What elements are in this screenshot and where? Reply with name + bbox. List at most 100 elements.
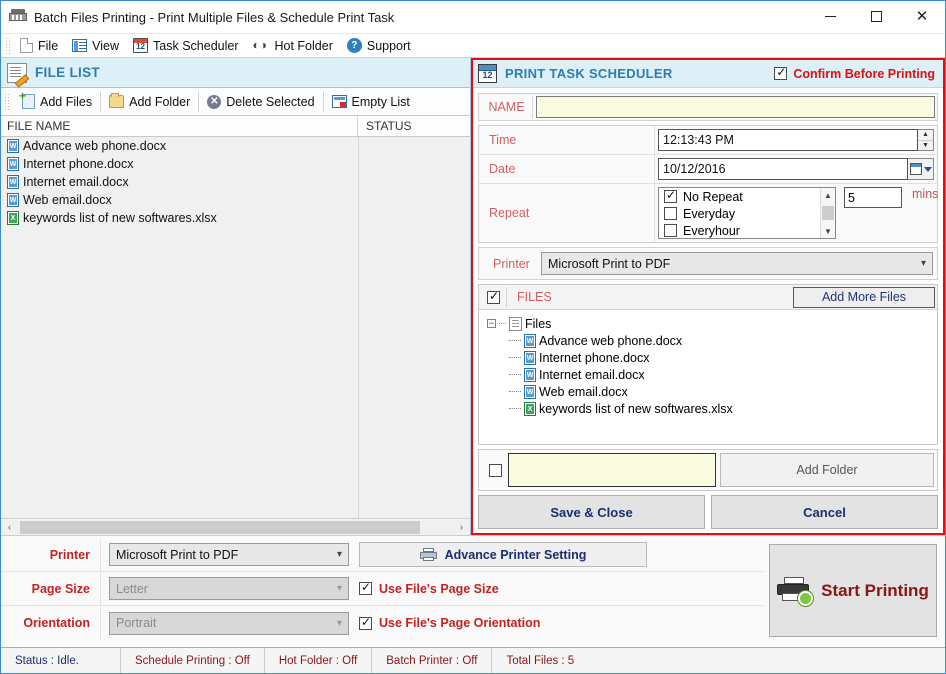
scheduler-files-box: FILES Add More Files − Files W: [478, 284, 938, 445]
settings-orientation-select[interactable]: Portrait ▾: [109, 612, 349, 635]
use-file-page-orientation-checkbox[interactable]: [359, 617, 372, 630]
time-input[interactable]: 12:13:43 PM: [658, 129, 918, 151]
empty-list-icon: [332, 95, 347, 108]
settings-printer-row: Printer Microsoft Print to PDF ▾ Advance…: [1, 538, 763, 572]
window-controls: ✕: [807, 1, 945, 32]
maximize-button[interactable]: [853, 1, 899, 32]
date-input[interactable]: 10/12/2016: [658, 158, 908, 180]
spinner-up-icon[interactable]: ▲: [918, 130, 933, 141]
scrollbar-track[interactable]: [18, 520, 453, 535]
scroll-up-arrow-icon[interactable]: ▲: [821, 188, 835, 202]
save-and-close-button[interactable]: Save & Close: [478, 495, 705, 529]
repeat-list-scrollbar[interactable]: ▲ ▼: [820, 188, 835, 238]
repeat-option-label: Everyday: [683, 207, 735, 221]
close-button[interactable]: ✕: [899, 1, 945, 32]
folder-enabled-toggle[interactable]: [482, 453, 508, 487]
time-spinner[interactable]: ▲ ▼: [918, 129, 934, 151]
repeat-option-everyhour[interactable]: Everyhour: [659, 222, 835, 239]
calendar-icon: [910, 163, 922, 175]
use-file-page-orientation-label: Use File's Page Orientation: [379, 616, 540, 630]
table-row[interactable]: W Internet phone.docx: [1, 155, 470, 173]
start-printing-button[interactable]: Start Printing: [769, 544, 937, 637]
collapse-icon[interactable]: −: [487, 319, 496, 328]
start-printing-label: Start Printing: [821, 581, 929, 601]
table-row[interactable]: W Advance web phone.docx: [1, 137, 470, 155]
column-header-file-name[interactable]: FILE NAME: [1, 116, 358, 136]
repeat-options-list[interactable]: No Repeat Everyday Everyhour: [658, 187, 836, 239]
menu-item-view[interactable]: View: [67, 37, 128, 55]
scrollbar-thumb[interactable]: [20, 521, 420, 534]
repeat-checkbox[interactable]: [664, 224, 677, 237]
minimize-button[interactable]: [807, 1, 853, 32]
menu-item-support[interactable]: ? Support: [342, 36, 420, 55]
advance-printer-setting-button[interactable]: Advance Printer Setting: [359, 542, 647, 567]
maximize-icon: [871, 11, 882, 22]
tree-item[interactable]: W Internet phone.docx: [487, 349, 937, 366]
tree-item[interactable]: W Advance web phone.docx: [487, 332, 937, 349]
scroll-right-arrow-icon[interactable]: ›: [453, 520, 470, 535]
add-folder-button[interactable]: Add Folder: [101, 90, 198, 114]
advance-printer-setting-label: Advance Printer Setting: [445, 548, 587, 562]
repeat-option-everyday[interactable]: Everyday: [659, 205, 835, 222]
file-list-horizontal-scrollbar[interactable]: ‹ ›: [1, 518, 470, 535]
scrollbar-thumb[interactable]: [822, 206, 834, 220]
use-file-page-size-checkbox[interactable]: [359, 582, 372, 595]
folder-checkbox[interactable]: [489, 464, 502, 477]
files-enabled-toggle[interactable]: [481, 287, 507, 307]
tree-connector: [509, 357, 521, 358]
confirm-before-printing-label: Confirm Before Printing: [793, 67, 935, 81]
scroll-down-arrow-icon[interactable]: ▼: [821, 224, 835, 238]
edit-document-icon: [7, 63, 27, 83]
empty-list-button[interactable]: Empty List: [324, 90, 418, 114]
menu-label-hot-folder: Hot Folder: [275, 39, 333, 53]
repeat-option-no-repeat[interactable]: No Repeat: [659, 188, 835, 205]
folder-path-input[interactable]: [508, 453, 716, 487]
repeat-interval-input[interactable]: 5: [844, 187, 902, 208]
task-name-input[interactable]: [536, 96, 935, 118]
table-row[interactable]: W Internet email.docx: [1, 173, 470, 191]
files-checkbox[interactable]: [487, 291, 500, 304]
column-header-status[interactable]: STATUS: [358, 116, 470, 136]
cancel-button[interactable]: Cancel: [711, 495, 938, 529]
scroll-left-arrow-icon[interactable]: ‹: [1, 520, 18, 535]
total-files-status: Total Files : 5: [492, 648, 588, 673]
scheduler-printer-row: Printer Microsoft Print to PDF ▾: [478, 247, 938, 280]
add-folder-button-scheduler[interactable]: Add Folder: [720, 453, 934, 487]
add-folder-label: Add Folder: [129, 95, 190, 109]
toolbar-grip-2[interactable]: [4, 93, 10, 110]
menu-item-hot-folder[interactable]: ◐◑ Hot Folder: [248, 37, 342, 55]
table-row[interactable]: W Web email.docx: [1, 191, 470, 209]
settings-printer-label: Printer: [1, 539, 101, 571]
table-row[interactable]: X keywords list of new softwares.xlsx: [1, 209, 470, 227]
repeat-checkbox[interactable]: [664, 207, 677, 220]
tree-item[interactable]: X keywords list of new softwares.xlsx: [487, 400, 937, 417]
delete-selected-label: Delete Selected: [226, 95, 314, 109]
tree-connector: [509, 408, 521, 409]
name-label: NAME: [481, 96, 533, 118]
scheduler-printer-select[interactable]: Microsoft Print to PDF ▾: [541, 252, 933, 275]
menu-item-task-scheduler[interactable]: 12 Task Scheduler: [128, 36, 247, 55]
tree-root-node[interactable]: − Files: [487, 315, 937, 332]
scheduler-files-tree: − Files W Advance web phone.docx: [479, 310, 937, 444]
date-picker-button[interactable]: [908, 158, 934, 180]
use-file-page-orientation-toggle[interactable]: Use File's Page Orientation: [349, 616, 763, 630]
use-file-page-size-toggle[interactable]: Use File's Page Size: [349, 582, 763, 596]
settings-printer-select[interactable]: Microsoft Print to PDF ▾: [109, 543, 349, 566]
settings-page-size-select[interactable]: Letter ▾: [109, 577, 349, 600]
add-more-files-button[interactable]: Add More Files: [793, 287, 935, 308]
scrollbar-track[interactable]: [821, 202, 835, 224]
confirm-before-printing-checkbox[interactable]: [774, 67, 787, 80]
scheduler-folder-row: Add Folder: [478, 449, 938, 491]
tree-item[interactable]: W Internet email.docx: [487, 366, 937, 383]
word-document-icon: W: [7, 157, 19, 171]
spinner-down-icon[interactable]: ▼: [918, 141, 933, 151]
delete-selected-button[interactable]: ✕ Delete Selected: [199, 90, 322, 114]
confirm-before-printing-toggle[interactable]: Confirm Before Printing: [774, 67, 935, 81]
tree-item[interactable]: W Web email.docx: [487, 383, 937, 400]
folder-icon: [109, 95, 124, 108]
add-files-button[interactable]: Add Files: [14, 90, 100, 114]
toolbar-grip[interactable]: [5, 37, 11, 54]
repeat-checkbox[interactable]: [664, 190, 677, 203]
menu-item-file[interactable]: File: [15, 36, 67, 55]
print-task-scheduler-pane: 12 PRINT TASK SCHEDULER Confirm Before P…: [471, 58, 945, 535]
